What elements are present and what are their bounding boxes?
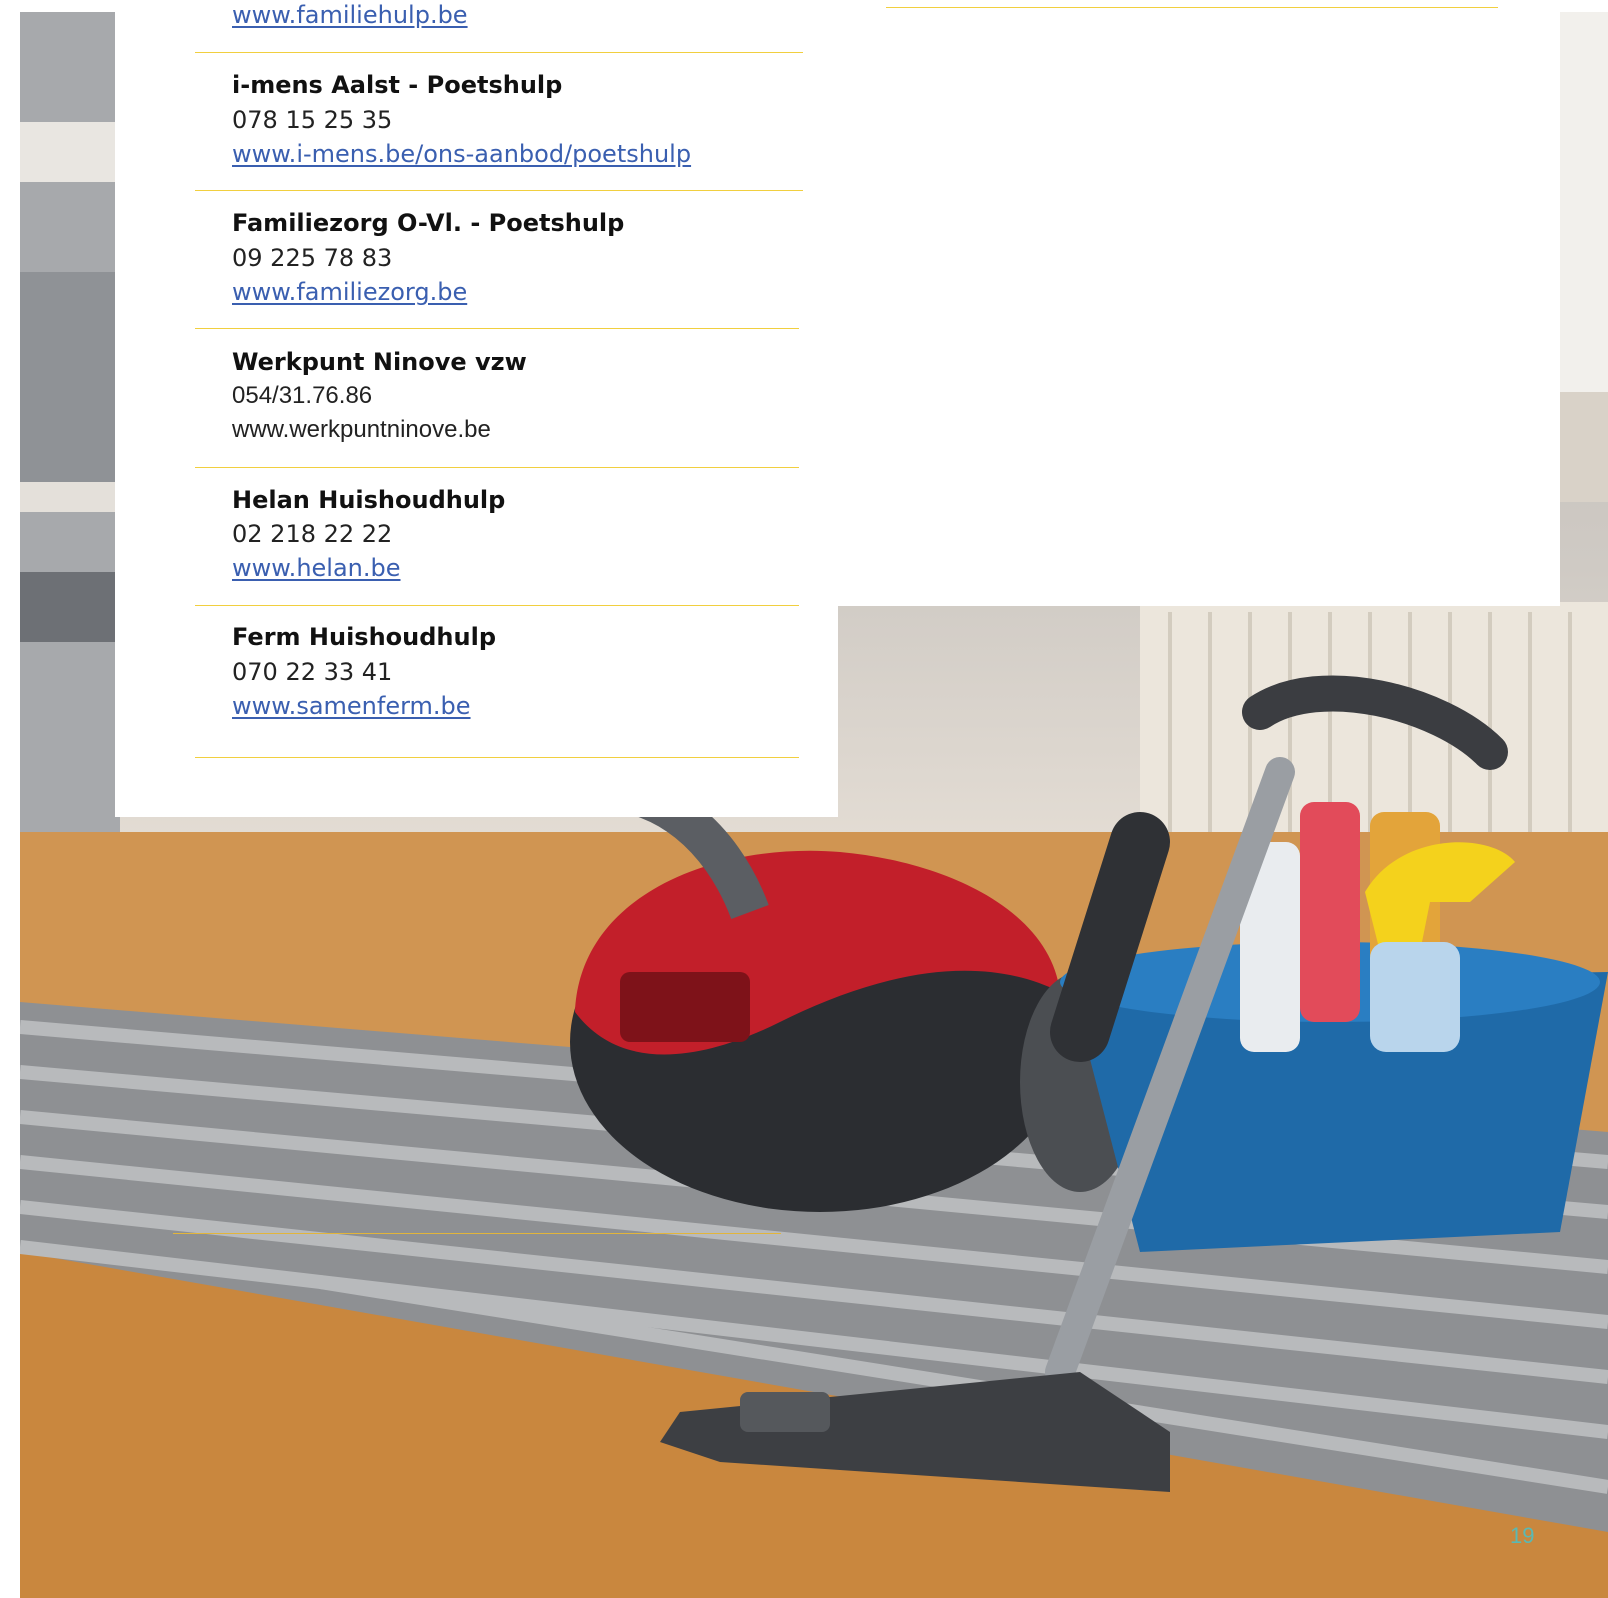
contact-name: Werkpunt Ninove vzw [232, 348, 527, 376]
contact-phone: 078 15 25 35 [232, 106, 393, 134]
contact-website-text: www.werkpuntninove.be [232, 416, 491, 443]
page-number: 19 [1510, 1523, 1535, 1548]
contact-website-link[interactable]: www.familiezorg.be [232, 277, 467, 307]
contact-website-link[interactable]: www.helan.be [232, 553, 401, 583]
contact-phone: 070 22 33 41 [232, 658, 393, 686]
contact-website-link[interactable]: www.samenferm.be [232, 691, 471, 721]
contact-entry: Werkpunt Ninove vzw 054/31.76.86 www.wer… [195, 330, 803, 468]
divider-line [195, 757, 799, 758]
contact-phone: 02 218 22 22 [232, 520, 393, 548]
contact-website-link[interactable]: www.i-mens.be/ons-aanbod/poetshulp [232, 139, 691, 169]
contact-entry: Helan Huishoudhulp 02 218 22 22 www.hela… [195, 468, 803, 606]
contact-name: Helan Huishoudhulp [232, 486, 506, 514]
divider-line [886, 7, 1498, 8]
contact-website-link[interactable]: www.familiehulp.be [232, 0, 468, 30]
contact-entry: Ferm Huishoudhulp 070 22 33 41 www.samen… [195, 606, 803, 760]
right-white-panel [838, 0, 1560, 606]
divider-line [173, 1233, 781, 1234]
contact-phone: 054/31.76.86 [232, 382, 373, 409]
contact-name: Ferm Huishoudhulp [232, 623, 496, 651]
divider-line [195, 328, 799, 329]
contact-name: i-mens Aalst - Poetshulp [232, 71, 563, 99]
contact-phone: 09 225 78 83 [232, 244, 393, 272]
contact-entry: i-mens Aalst - Poetshulp 078 15 25 35 ww… [195, 54, 803, 192]
contact-entry: Familiezorg O-Vl. - Poetshulp 09 225 78 … [195, 192, 803, 330]
divider-line [195, 52, 803, 53]
contact-name: Familiezorg O-Vl. - Poetshulp [232, 209, 625, 237]
divider-line [195, 190, 803, 191]
contact-entry: www.familiehulp.be [195, 0, 803, 54]
